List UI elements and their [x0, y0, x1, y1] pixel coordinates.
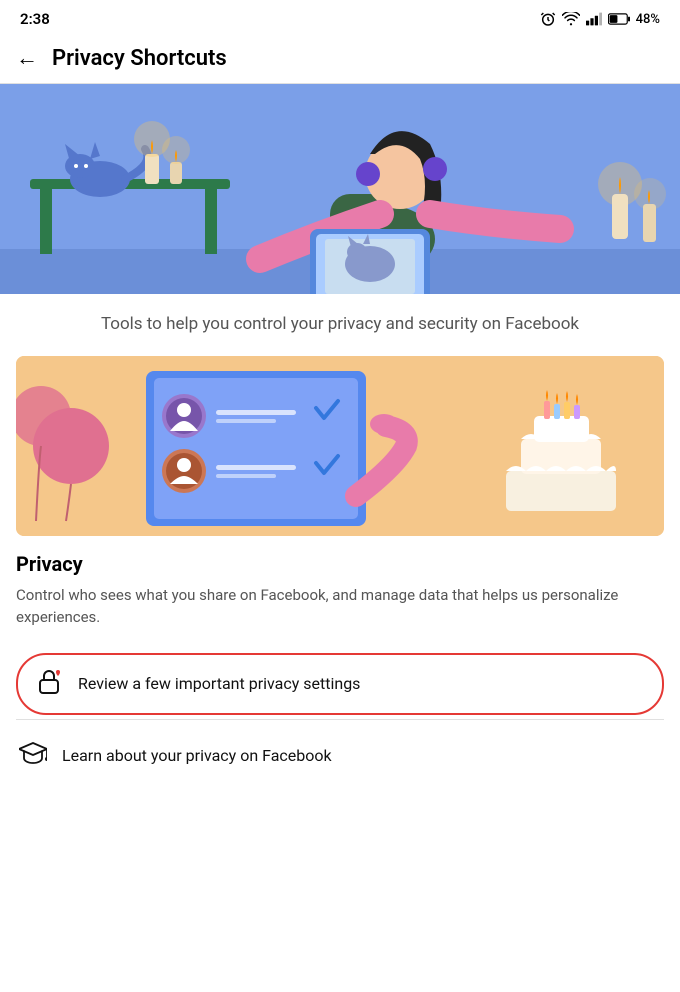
privacy-section: Privacy Control who sees what you share …: [0, 536, 680, 653]
learn-privacy-item[interactable]: Learn about your privacy on Facebook: [0, 724, 680, 788]
subtitle-text: Tools to help you control your privacy a…: [0, 294, 680, 356]
page-title: Privacy Shortcuts: [52, 46, 227, 71]
privacy-title: Privacy: [16, 552, 664, 576]
lock-heart-icon: [34, 667, 64, 701]
review-settings-text: Review a few important privacy settings: [78, 674, 360, 693]
privacy-illustration: [16, 356, 664, 536]
battery-icon: [608, 13, 630, 25]
status-bar: 2:38 48%: [0, 0, 680, 36]
alarm-icon: [540, 11, 556, 27]
status-time: 2:38: [20, 10, 50, 28]
privacy-description: Control who sees what you share on Faceb…: [16, 584, 664, 629]
wifi-icon: [562, 12, 580, 26]
menu-divider-1: [16, 719, 664, 720]
learn-privacy-text: Learn about your privacy on Facebook: [62, 746, 332, 765]
privacy-banner: [16, 356, 664, 536]
graduation-cap-icon: [18, 740, 48, 772]
nav-bar: ← Privacy Shortcuts: [0, 36, 680, 84]
battery-percent: 48%: [636, 12, 660, 27]
review-settings-item[interactable]: Review a few important privacy settings: [16, 653, 664, 715]
hero-banner: [0, 84, 680, 294]
hero-illustration: [0, 84, 680, 294]
signal-icon: [586, 12, 602, 26]
back-button[interactable]: ←: [16, 48, 38, 70]
status-icons: 48%: [540, 11, 660, 27]
